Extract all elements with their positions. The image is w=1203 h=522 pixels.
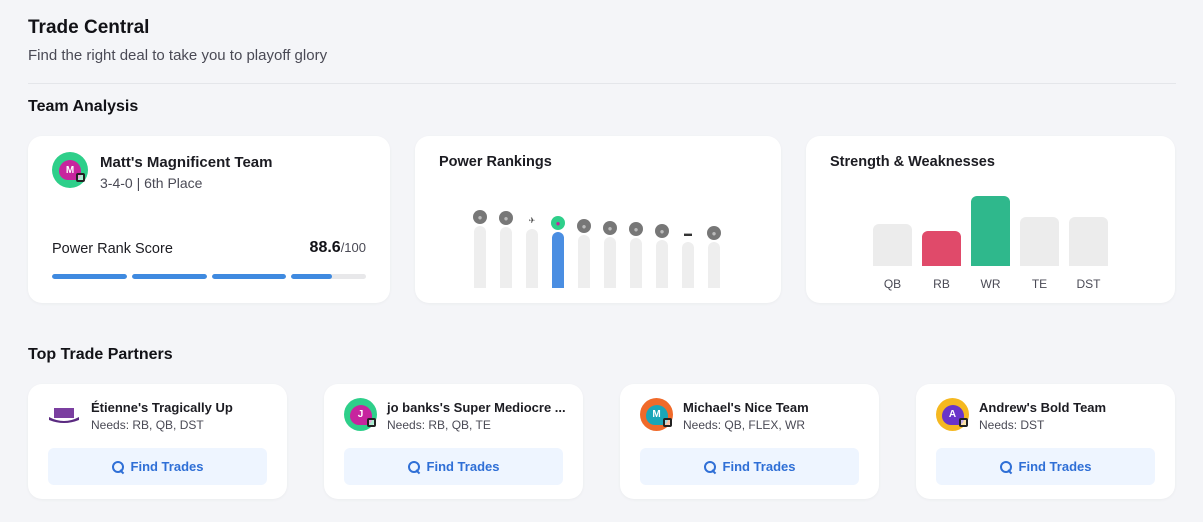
- trade-partner-card: Jjo banks's Super Mediocre ... Needs: RB,…: [324, 384, 583, 499]
- power-ranking-column[interactable]: ●: [655, 222, 669, 288]
- power-rankings-card: Power Rankings ● ● ✈ ● ● ● ● ● ▬ ●: [415, 136, 781, 303]
- helmet-icon: ●: [577, 219, 591, 233]
- partner-avatar: M: [640, 398, 673, 431]
- power-rank-segment-fill: [52, 274, 127, 279]
- partner-needs: Needs: RB, QB, TE: [387, 418, 491, 432]
- strength-weakness-chart: [873, 196, 1109, 266]
- partner-needs: Needs: RB, QB, DST: [91, 418, 204, 432]
- helmet-icon: J: [349, 404, 376, 427]
- strength-label-dst: DST: [1076, 277, 1101, 291]
- strength-bar-te: [1020, 217, 1059, 266]
- power-ranking-column[interactable]: ▬: [682, 224, 694, 288]
- helmet-icon: ●: [603, 221, 617, 235]
- power-rank-segment: [52, 274, 127, 279]
- divider: [28, 83, 1176, 84]
- power-rank-progress: [52, 274, 366, 279]
- partner-needs: Needs: QB, FLEX, WR: [683, 418, 806, 432]
- power-ranking-column[interactable]: ✈: [526, 211, 538, 288]
- find-trades-label: Find Trades: [1018, 459, 1092, 474]
- mascot-icon: ✈: [528, 215, 536, 225]
- trade-partner-card: A Andrew's Bold Team Needs: DST Find Trades: [916, 384, 1175, 499]
- power-ranking-column[interactable]: ●: [707, 224, 721, 288]
- power-ranking-column[interactable]: ●: [577, 217, 591, 288]
- helmet-icon: ●: [629, 222, 643, 236]
- partner-name: Andrew's Bold Team: [979, 400, 1107, 415]
- helmet-icon: M: [59, 160, 85, 182]
- strength-bar-qb: [873, 224, 912, 266]
- find-trades-label: Find Trades: [722, 459, 796, 474]
- strength-bar-dst: [1069, 217, 1108, 266]
- strength-label-te: TE: [1031, 277, 1048, 291]
- partner-needs: Needs: DST: [979, 418, 1045, 432]
- power-ranking-bar: [708, 242, 720, 288]
- power-rankings-chart: ● ● ✈ ● ● ● ● ● ▬ ●: [473, 190, 724, 288]
- power-rank-label: Power Rank Score: [52, 241, 173, 257]
- top-partners-heading: Top Trade Partners: [28, 346, 173, 363]
- power-rank-segment-fill: [211, 274, 287, 279]
- find-trades-label: Find Trades: [130, 459, 204, 474]
- strength-weakness-card: Strength & Weaknesses QB RB WR TE DST: [806, 136, 1175, 303]
- find-trades-button[interactable]: Find Trades: [936, 448, 1155, 485]
- strength-bar-rb: [922, 231, 961, 266]
- hat-icon: ▬: [684, 228, 692, 238]
- helmet-icon: ●: [707, 226, 721, 240]
- hat-icon: [49, 408, 79, 423]
- team-card: M Matt's Magnificent Team 3-4-0 | 6th Pl…: [28, 136, 390, 303]
- power-ranking-bar: [656, 240, 668, 288]
- search-icon: [407, 460, 420, 473]
- strength-label-rb: RB: [933, 277, 950, 291]
- power-rankings-title: Power Rankings: [439, 154, 552, 170]
- strength-label-wr: WR: [980, 277, 1001, 291]
- power-ranking-column[interactable]: ●: [603, 219, 617, 288]
- power-rank-score: 88.6/100: [309, 239, 366, 256]
- team-analysis-heading: Team Analysis: [28, 98, 139, 115]
- page-title: Trade Central: [28, 17, 150, 38]
- power-ranking-bar: [474, 226, 486, 288]
- search-icon: [703, 460, 716, 473]
- partner-avatar: J: [344, 398, 377, 431]
- power-ranking-bar: [578, 235, 590, 288]
- team-record: 3-4-0 | 6th Place: [100, 175, 203, 191]
- partner-avatar: A: [936, 398, 969, 431]
- find-trades-button[interactable]: Find Trades: [640, 448, 859, 485]
- power-ranking-column[interactable]: ●: [499, 209, 513, 288]
- power-rank-segment: [131, 274, 207, 279]
- partner-name: Michael's Nice Team: [683, 400, 809, 415]
- helmet-icon: ●: [499, 211, 513, 225]
- power-rank-segment-fill: [131, 274, 207, 279]
- power-ranking-bar: [682, 242, 694, 288]
- strength-bar-wr: [971, 196, 1010, 266]
- trade-partner-card: Étienne's Tragically Up Needs: RB, QB, DS…: [28, 384, 287, 499]
- trade-partner-card: M Michael's Nice Team Needs: QB, FLEX, WR F…: [620, 384, 879, 499]
- page-subtitle: Find the right deal to take you to playo…: [28, 47, 328, 64]
- search-icon: [111, 460, 124, 473]
- team-name: Matt's Magnificent Team: [100, 154, 273, 171]
- strength-weakness-title: Strength & Weaknesses: [830, 154, 995, 170]
- power-rank-segment: [291, 274, 366, 279]
- helmet-icon: ●: [655, 224, 669, 238]
- helmet-icon: ●: [473, 210, 487, 224]
- power-rank-segment-fill: [291, 274, 332, 279]
- strength-label-qb: QB: [883, 277, 902, 291]
- power-ranking-bar: [552, 232, 564, 288]
- power-ranking-bar: [500, 227, 512, 288]
- helmet-icon: M: [645, 404, 672, 427]
- power-ranking-column[interactable]: ●: [629, 220, 643, 288]
- find-trades-button[interactable]: Find Trades: [48, 448, 267, 485]
- helmet-icon: ●: [551, 216, 565, 230]
- team-avatar: M: [52, 152, 88, 188]
- partner-name: Étienne's Tragically Up: [91, 400, 233, 415]
- search-icon: [999, 460, 1012, 473]
- helmet-icon: A: [941, 404, 968, 427]
- power-ranking-bar: [526, 229, 538, 288]
- power-rank-segment: [211, 274, 287, 279]
- power-ranking-bar: [604, 237, 616, 288]
- partner-name: jo banks's Super Mediocre ...: [387, 400, 566, 415]
- power-ranking-bar: [630, 238, 642, 288]
- power-ranking-column[interactable]: ●: [551, 214, 565, 288]
- find-trades-button[interactable]: Find Trades: [344, 448, 563, 485]
- find-trades-label: Find Trades: [426, 459, 500, 474]
- power-ranking-column[interactable]: ●: [473, 208, 487, 288]
